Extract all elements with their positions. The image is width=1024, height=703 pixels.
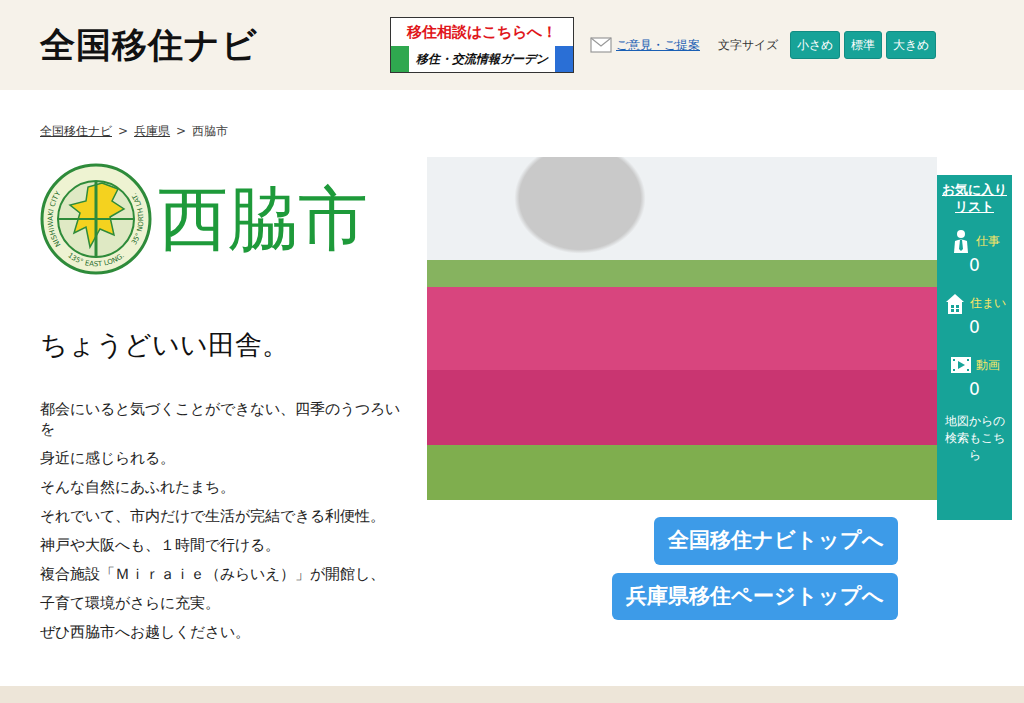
film-icon	[950, 353, 972, 377]
site-title[interactable]: 全国移住ナビ	[40, 24, 390, 66]
nav-buttons: 全国移住ナビトップへ兵庫県移住ページトップへ	[427, 517, 898, 620]
intro-line: 神戸や大阪へも、１時間で行ける。	[40, 535, 400, 555]
banner-headline: 移住相談はこちらへ！	[391, 18, 573, 46]
breadcrumb-separator: >	[118, 124, 128, 138]
intro-text: 都会にいると気づくことができない、四季のうつろいを身近に感じられる。そんな自然に…	[40, 399, 400, 642]
favorite-count: 0	[939, 315, 1010, 339]
park-photo	[427, 157, 937, 500]
breadcrumb-link[interactable]: 全国移住ナビ	[40, 124, 112, 138]
mail-icon	[590, 37, 612, 53]
favorites-title[interactable]: お気に入りリスト	[939, 181, 1010, 215]
intro-line: 都会にいると気づくことができない、四季のうつろいを	[40, 399, 400, 439]
city-intro: NISHIWAKI CITY135° EAST LONG. 35° NORTH L…	[40, 157, 400, 651]
favorites-sidebar: お気に入りリスト仕事 0 住まい 0 動画 0 地図からの検索もこちら	[937, 175, 1012, 520]
intro-line: 子育て環境がさらに充実。	[40, 593, 400, 613]
breadcrumb: 全国移住ナビ > 兵庫県 > 西脇市	[0, 90, 1024, 157]
emblem-text-left: NISHIWAKI CITY	[47, 189, 63, 248]
city-emblem-icon: NISHIWAKI CITY135° EAST LONG. 35° NORTH L…	[40, 163, 152, 275]
favorite-label: 動画	[976, 356, 1000, 374]
site-header: 全国移住ナビ 移住相談はこちらへ！移住・交流情報ガーデン ご意見・ご提案 文字サ…	[0, 0, 1024, 90]
photo-column: 全国移住ナビトップへ兵庫県移住ページトップへ	[427, 157, 937, 620]
person-icon	[950, 229, 972, 253]
nav-button[interactable]: 兵庫県移住ページトップへ	[612, 573, 898, 621]
feedback-link[interactable]: ご意見・ご提案	[616, 36, 700, 54]
feedback: ご意見・ご提案	[590, 36, 700, 54]
map-search-link[interactable]: 地図からの検索もこちら	[939, 413, 1010, 464]
footer-strip	[0, 686, 1024, 703]
font-size-button[interactable]: 標準	[844, 31, 882, 59]
intro-line: それでいて、市内だけで生活が完結できる利便性。	[40, 506, 400, 526]
font-size-button[interactable]: 小さめ	[790, 31, 840, 59]
city-header: NISHIWAKI CITY135° EAST LONG. 35° NORTH L…	[40, 163, 400, 275]
breadcrumb-link[interactable]: 兵庫県	[134, 124, 170, 138]
favorite-item[interactable]: 動画 0	[939, 353, 1010, 401]
favorite-count: 0	[939, 377, 1010, 401]
breadcrumb-separator: >	[176, 124, 186, 138]
favorite-label: 仕事	[976, 232, 1000, 250]
intro-line: 身近に感じられる。	[40, 448, 400, 468]
emblem-text-bottom: 135° EAST LONG.	[66, 252, 126, 269]
intro-line: そんな自然にあふれたまち。	[40, 477, 400, 497]
favorite-item[interactable]: 住まい 0	[939, 291, 1010, 339]
catchphrase: ちょうどいい田舎。	[40, 329, 400, 361]
favorite-label: 住まい	[970, 294, 1006, 312]
house-icon	[944, 291, 966, 315]
font-size-label: 文字サイズ	[718, 36, 778, 54]
favorite-item-header: 住まい	[939, 291, 1010, 315]
city-name: 西脇市	[158, 181, 368, 258]
consultation-banner[interactable]: 移住相談はこちらへ！移住・交流情報ガーデン	[390, 17, 574, 73]
nav-button[interactable]: 全国移住ナビトップへ	[654, 517, 898, 565]
emblem-text-right: 35° NORTH LAT.	[130, 192, 145, 247]
intro-line: ぜひ西脇市へお越しください。	[40, 622, 400, 642]
main-content: NISHIWAKI CITY135° EAST LONG. 35° NORTH L…	[0, 157, 1024, 651]
banner-subline: 移住・交流情報ガーデン	[391, 46, 573, 72]
favorite-item[interactable]: 仕事 0	[939, 229, 1010, 277]
font-size-button[interactable]: 大きめ	[886, 31, 936, 59]
breadcrumb-current: 西脇市	[192, 124, 228, 138]
intro-line: 複合施設「Ｍｉｒａｉｅ（みらいえ）」が開館し、	[40, 564, 400, 584]
favorite-item-header: 動画	[939, 353, 1010, 377]
favorite-item-header: 仕事	[939, 229, 1010, 253]
favorite-count: 0	[939, 253, 1010, 277]
font-size-control: 文字サイズ小さめ標準大きめ	[700, 31, 936, 59]
